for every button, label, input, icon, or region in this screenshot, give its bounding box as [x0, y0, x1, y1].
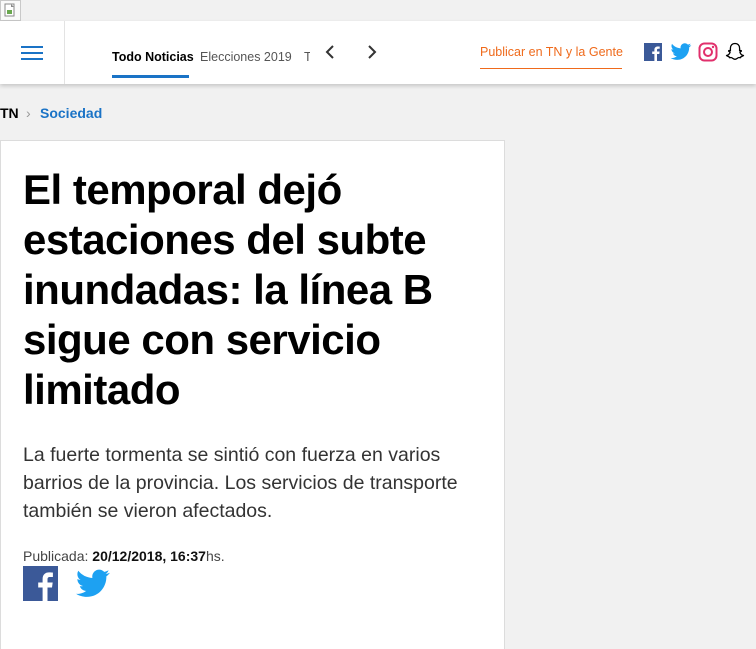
publish-link[interactable]: Publicar en TN y la Gente [480, 45, 623, 59]
breadcrumb-separator: › [26, 105, 31, 121]
breadcrumb-section-link[interactable]: Sociedad [40, 105, 102, 121]
snapchat-icon[interactable] [724, 41, 746, 63]
publish-date-label: Publicada: [23, 548, 93, 564]
breadcrumb-root-link[interactable]: TN [0, 105, 19, 121]
broken-image-icon [0, 0, 21, 21]
publish-date-suffix: hs. [205, 548, 225, 564]
chevron-right-icon[interactable] [361, 41, 383, 63]
facebook-icon[interactable] [642, 41, 664, 63]
publish-link-underline [480, 68, 622, 69]
hamburger-menu-icon[interactable] [0, 21, 65, 84]
article-card: El temporal dejó estaciones del subte in… [0, 140, 505, 649]
publish-date-value: 20/12/2018, 16:37 [92, 548, 206, 564]
publish-date: Publicada: 20/12/2018, 16:37hs. [23, 548, 225, 564]
twitter-icon[interactable] [670, 41, 692, 63]
article-title: El temporal dejó estaciones del subte in… [23, 166, 433, 413]
tab-todo-noticias[interactable]: Todo Noticias [112, 50, 194, 64]
instagram-icon[interactable] [697, 41, 719, 63]
top-navigation-bar: Todo Noticias Elecciones 2019 T Publicar… [0, 21, 756, 84]
tab-elecciones-2019[interactable]: Elecciones 2019 [200, 50, 292, 64]
active-tab-indicator [112, 75, 189, 78]
article-summary: La fuerte tormenta se sintió con fuerza … [23, 444, 458, 522]
share-twitter-icon[interactable] [74, 566, 110, 602]
chevron-left-icon[interactable] [319, 41, 341, 63]
share-facebook-icon[interactable] [23, 566, 59, 602]
tab-truncated[interactable]: T [304, 50, 310, 64]
